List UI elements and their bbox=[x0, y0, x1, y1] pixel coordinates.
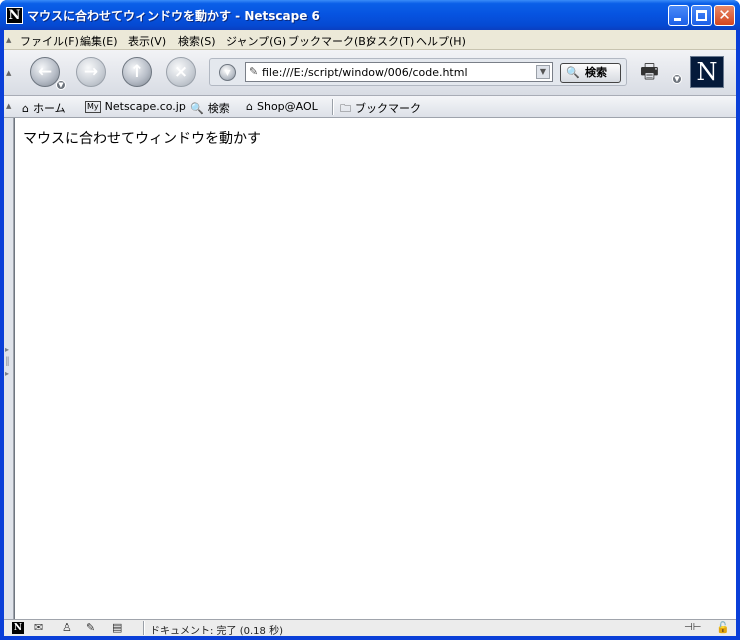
netscape-logo[interactable]: N bbox=[690, 56, 724, 88]
close-button[interactable]: ✕ bbox=[714, 5, 735, 26]
page-proxy-icon[interactable]: ✎ bbox=[249, 65, 258, 78]
url-text: file:///E:/script/window/006/code.html bbox=[262, 66, 468, 79]
shop-icon: ⌂ bbox=[246, 100, 253, 113]
menu-bookmarks[interactable]: ブックマーク(B) bbox=[288, 33, 370, 49]
title-bar: N マウスに合わせてウィンドウを動かす - Netscape 6 ✕ bbox=[0, 0, 740, 30]
navigation-toolbar: ▲ ← ▼ → ↑ × ▼ ✎ file:///E:/script/window… bbox=[4, 50, 736, 96]
menu-help[interactable]: ヘルプ(H) bbox=[416, 33, 466, 49]
page-body-text: マウスに合わせてウィンドウを動かす bbox=[23, 131, 261, 147]
bookmark-search[interactable]: 🔍 検索 bbox=[190, 100, 230, 116]
browser-window: N マウスに合わせてウィンドウを動かす - Netscape 6 ✕ ▲ ファイ… bbox=[0, 0, 740, 640]
url-input[interactable]: ✎ file:///E:/script/window/006/code.html… bbox=[245, 62, 553, 82]
forward-button[interactable]: → bbox=[76, 57, 106, 87]
bookmark-netscape-label: Netscape.co.jp bbox=[104, 100, 186, 113]
menu-go[interactable]: ジャンプ(G) bbox=[226, 33, 286, 49]
minimize-button[interactable] bbox=[668, 5, 689, 26]
bookmark-shop-aol[interactable]: ⌂ Shop@AOL bbox=[246, 100, 318, 113]
maximize-icon bbox=[696, 10, 707, 21]
window-title: マウスに合わせてウィンドウを動かす - Netscape 6 bbox=[27, 9, 320, 23]
menu-bar: ▲ ファイル(F) 編集(E) 表示(V) 検索(S) ジャンプ(G) ブックマ… bbox=[4, 30, 736, 50]
addressbook-icon[interactable]: ▤ bbox=[112, 622, 122, 634]
home-icon: ⌂ bbox=[22, 102, 29, 115]
nav-toolbar-grip-icon[interactable]: ▲ bbox=[6, 70, 13, 77]
reload-icon: ↑ bbox=[129, 62, 145, 82]
back-arrow-icon: ← bbox=[37, 62, 53, 82]
toolbar-separator bbox=[332, 99, 334, 115]
status-separator bbox=[143, 621, 145, 635]
minimize-icon bbox=[674, 18, 681, 21]
bookmark-netscape-co-jp[interactable]: My Netscape.co.jp bbox=[85, 100, 186, 113]
url-dropdown-icon[interactable]: ▼ bbox=[536, 65, 550, 79]
netscape-app-icon: N bbox=[6, 7, 23, 24]
magnifier-icon: 🔍 bbox=[566, 66, 580, 79]
print-button[interactable]: 🖶 bbox=[640, 57, 670, 83]
maximize-button[interactable] bbox=[691, 5, 712, 26]
back-history-dropdown-icon[interactable]: ▼ bbox=[56, 80, 66, 90]
menu-edit[interactable]: 編集(E) bbox=[80, 33, 118, 49]
bookmark-home-label: ホーム bbox=[32, 102, 66, 115]
forward-arrow-icon: → bbox=[83, 62, 99, 82]
sidebar-splitter[interactable]: ▸ ║ ▸ bbox=[4, 118, 14, 619]
bookmark-search-label: 検索 bbox=[207, 102, 230, 115]
bookmarks-folder[interactable]: 🗀 ブックマーク bbox=[340, 100, 421, 119]
stop-button[interactable]: × bbox=[166, 57, 196, 87]
print-dropdown-icon[interactable]: ▼ bbox=[672, 74, 682, 84]
reload-button[interactable]: ↑ bbox=[122, 57, 152, 87]
menu-file[interactable]: ファイル(F) bbox=[20, 33, 79, 49]
personal-toolbar-grip-icon[interactable]: ▲ bbox=[6, 103, 13, 110]
search-button[interactable]: 🔍 検索 bbox=[560, 63, 621, 83]
security-lock-icon[interactable]: 🔓 bbox=[716, 621, 730, 634]
mail-icon[interactable]: ✉ bbox=[34, 622, 43, 634]
status-bar: N ✉ ♙ ✎ ▤ ドキュメント: 完了 (0.18 秒) ⊣⊢ 🔓 bbox=[4, 619, 736, 637]
search-icon: 🔍 bbox=[190, 102, 204, 115]
my-icon: My bbox=[85, 101, 101, 113]
aim-icon[interactable]: ♙ bbox=[62, 622, 72, 634]
menu-bar-grip-icon[interactable]: ▲ bbox=[6, 37, 13, 44]
url-history-button[interactable]: ▼ bbox=[219, 64, 236, 81]
search-button-label: 検索 bbox=[585, 66, 607, 79]
menu-tasks[interactable]: タスク(T) bbox=[366, 33, 414, 49]
personal-toolbar: ▲ ⌂ ホーム My Netscape.co.jp 🔍 検索 ⌂ Shop@AOL 🗀 ブ… bbox=[4, 96, 736, 118]
bookmarks-folder-label: ブックマーク bbox=[355, 102, 421, 115]
online-icon[interactable]: ⊣⊢ bbox=[684, 622, 701, 633]
page-content: マウスに合わせてウィンドウを動かす bbox=[14, 118, 736, 619]
menu-search[interactable]: 検索(S) bbox=[178, 33, 216, 49]
close-icon: ✕ bbox=[718, 6, 731, 24]
sidebar-toggle-icon[interactable]: ▸ ║ ▸ bbox=[5, 344, 12, 392]
stop-icon: × bbox=[173, 62, 189, 82]
bookmark-home[interactable]: ⌂ ホーム bbox=[22, 100, 66, 116]
menu-view[interactable]: 表示(V) bbox=[128, 33, 166, 49]
composer-icon[interactable]: ✎ bbox=[86, 622, 95, 634]
printer-icon: 🖶 bbox=[640, 59, 659, 83]
status-text: ドキュメント: 完了 (0.18 秒) bbox=[150, 626, 283, 637]
bookmark-shop-label: Shop@AOL bbox=[256, 100, 318, 113]
folder-icon: 🗀 bbox=[340, 102, 351, 115]
netscape-icon[interactable]: N bbox=[12, 622, 24, 634]
